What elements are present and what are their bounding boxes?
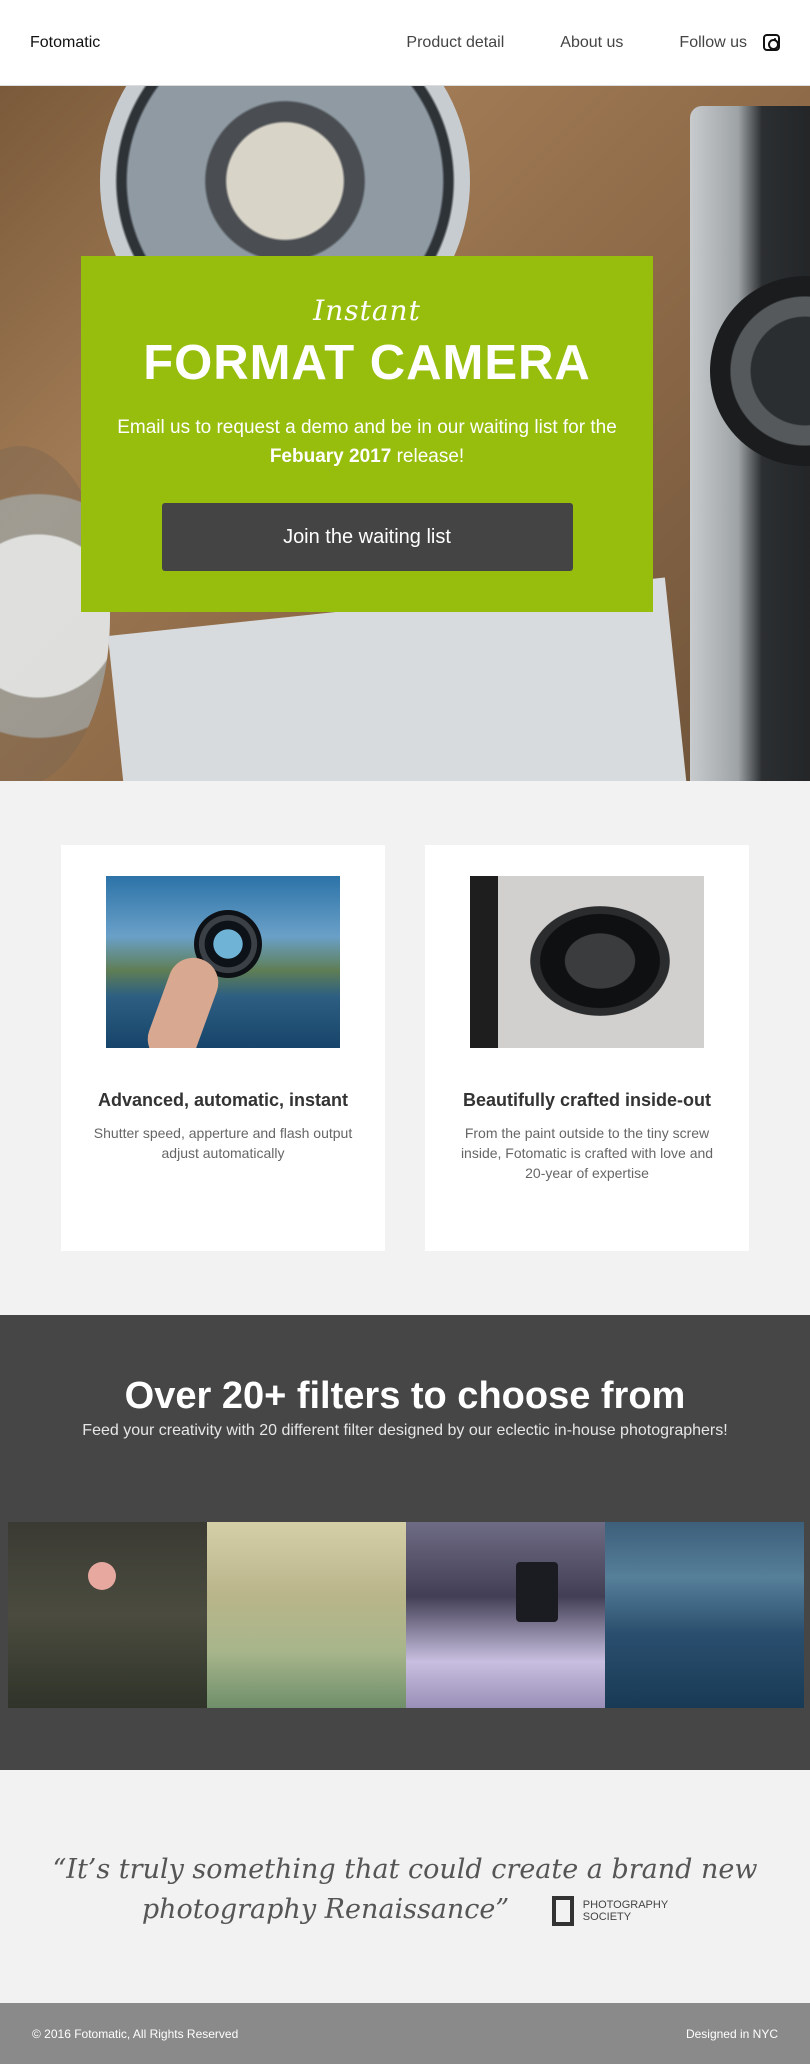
footer-copyright: © 2016 Fotomatic, All Rights Reserved	[32, 2026, 239, 2041]
feature-image-camera	[470, 876, 704, 1048]
source-line-2: SOCIETY	[582, 1910, 632, 1923]
hero-text-after: release!	[391, 446, 465, 467]
feature-text: Shutter speed, apperture and flash outpu…	[93, 1125, 353, 1161]
feature-text: From the paint outside to the tiny screw…	[460, 1125, 714, 1181]
nav-links: Product detail About us Follow us	[350, 34, 780, 52]
gallery-image-valley[interactable]	[605, 1522, 804, 1708]
hero-section: Instant FORMAT CAMERA Email us to reques…	[0, 86, 810, 781]
testimonial-section: “It’s truly something that could create …	[0, 1770, 810, 2003]
feature-title: Beautifully crafted inside-out	[462, 1090, 712, 1110]
hero-title: FORMAT CAMERA	[143, 336, 591, 390]
top-nav: Fotomatic Product detail About us Follow…	[0, 0, 810, 86]
follow-us-label: Follow us	[679, 33, 747, 51]
filters-title: Over 20+ filters to choose from	[124, 1375, 686, 1417]
hero-eyebrow: Instant	[313, 294, 421, 327]
filters-subtitle: Feed your creativity with 20 different f…	[82, 1422, 728, 1439]
hero-text-before: Email us to request a demo and be in our…	[117, 417, 617, 438]
hero-text-date: Febuary 2017	[269, 446, 392, 467]
feature-title: Advanced, automatic, instant	[97, 1090, 349, 1110]
feature-card: Beautifully crafted inside-out From the …	[425, 845, 749, 1251]
join-waiting-list-button[interactable]: Join the waiting list	[161, 503, 573, 571]
brand-logo[interactable]: Fotomatic	[30, 34, 100, 52]
footer-credit: Designed in NYC	[685, 2026, 778, 2041]
quote-source-name: PHOTOGRAPHY SOCIETY	[583, 1899, 668, 1923]
footer: © 2016 Fotomatic, All Rights Reserved De…	[0, 2003, 810, 2064]
nav-link-follow-us[interactable]: Follow us	[679, 34, 780, 52]
filter-gallery	[8, 1522, 804, 1708]
filters-section: Over 20+ filters to choose from Feed you…	[0, 1315, 810, 1770]
feature-card: Advanced, automatic, instant Shutter spe…	[61, 845, 385, 1251]
source-line-1: PHOTOGRAPHY	[582, 1898, 669, 1911]
quote-source: PHOTOGRAPHY SOCIETY	[551, 1895, 668, 1926]
nav-link-product-detail[interactable]: Product detail	[406, 34, 504, 52]
gallery-image-blossom[interactable]	[207, 1522, 406, 1708]
photography-society-logo-icon	[551, 1895, 574, 1926]
gallery-image-photographer[interactable]	[406, 1522, 605, 1708]
hero-card: Instant FORMAT CAMERA Email us to reques…	[81, 256, 653, 612]
gallery-image-flower[interactable]	[8, 1522, 207, 1708]
feature-image-lens-lake	[106, 876, 340, 1048]
nav-link-about-us[interactable]: About us	[560, 34, 623, 52]
features-section: Advanced, automatic, instant Shutter spe…	[0, 781, 810, 1315]
hero-text: Email us to request a demo and be in our…	[81, 413, 653, 471]
instagram-icon[interactable]	[763, 34, 780, 51]
testimonial-quote: “It’s truly something that could create …	[10, 1850, 800, 1930]
